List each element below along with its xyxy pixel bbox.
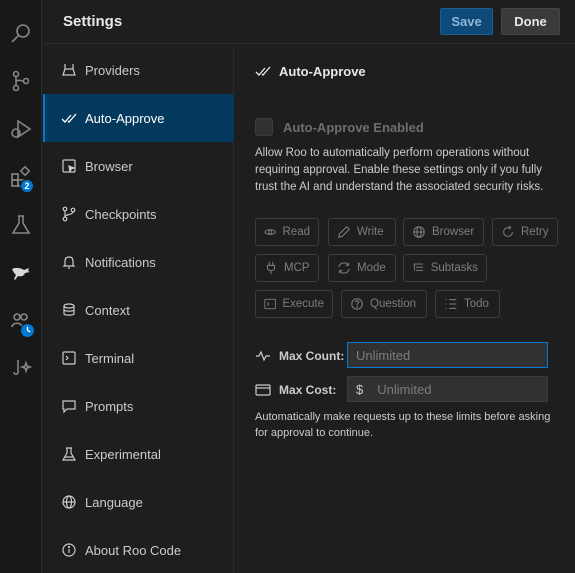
sidebar-item-label: Terminal bbox=[85, 350, 135, 366]
sidebar-item-label: Browser bbox=[85, 158, 133, 174]
chip-mode[interactable]: Mode bbox=[328, 254, 396, 282]
chip-label: Retry bbox=[521, 226, 549, 238]
auto-approve-panel: Auto-Approve Auto-Approve Enabled Allow … bbox=[235, 45, 575, 573]
section-title: Auto-Approve bbox=[255, 63, 366, 79]
sidebar-item-label: Language bbox=[85, 494, 143, 510]
info-icon bbox=[62, 543, 76, 557]
list-todo-icon bbox=[445, 299, 457, 309]
max-cost-placeholder: Unlimited bbox=[377, 381, 432, 397]
auto-approve-enabled-label: Auto-Approve Enabled bbox=[283, 119, 424, 135]
sidebar-item-label: About Roo Code bbox=[85, 542, 182, 558]
auto-approve-description: Allow Roo to automatically perform opera… bbox=[255, 147, 544, 193]
chip-label: Subtasks bbox=[430, 262, 478, 274]
auto-approve-enabled-checkbox[interactable] bbox=[255, 118, 273, 136]
providers-icon bbox=[62, 64, 76, 76]
chip-write[interactable]: Write bbox=[328, 218, 396, 246]
flask-icon[interactable] bbox=[0, 205, 42, 245]
save-button[interactable]: Save bbox=[440, 8, 493, 35]
chip-label: MCP bbox=[284, 262, 310, 274]
sidebar-item-label: Auto-Approve bbox=[85, 110, 165, 126]
extensions-icon[interactable]: 2 bbox=[0, 157, 42, 197]
refresh-mode-icon bbox=[338, 262, 350, 274]
extensions-badge: 2 bbox=[20, 179, 34, 193]
sidebar-item-label: Checkpoints bbox=[85, 206, 157, 222]
bell-icon bbox=[62, 256, 76, 269]
sidebar-item-language[interactable]: Language bbox=[43, 478, 234, 526]
sidebar-item-terminal[interactable]: Terminal bbox=[43, 334, 234, 382]
sidebar-item-prompts[interactable]: Prompts bbox=[43, 382, 234, 430]
message-icon bbox=[62, 400, 76, 414]
plug-icon bbox=[266, 261, 276, 275]
chip-label: Mode bbox=[357, 262, 386, 274]
sidebar-item-label: Notifications bbox=[85, 254, 156, 270]
run-debug-icon[interactable] bbox=[0, 109, 42, 149]
sidebar-item-browser[interactable]: Browser bbox=[43, 142, 234, 190]
git-branch-icon bbox=[62, 206, 76, 222]
sidebar-item-notifications[interactable]: Notifications bbox=[43, 238, 234, 286]
globe-icon bbox=[413, 226, 425, 238]
question-icon bbox=[351, 298, 363, 310]
page-title: Settings bbox=[63, 13, 123, 30]
check-check-icon bbox=[255, 66, 271, 76]
sidebar-item-checkpoints[interactable]: Checkpoints bbox=[43, 190, 234, 238]
chip-label: Todo bbox=[464, 298, 489, 310]
chip-question[interactable]: Question bbox=[341, 290, 427, 318]
chip-read[interactable]: Read bbox=[255, 218, 319, 246]
chip-todo[interactable]: Todo bbox=[435, 290, 500, 318]
currency-prefix: $ bbox=[356, 381, 364, 397]
activity-bar: 2 bbox=[0, 0, 42, 573]
limits-footer-text: Automatically make requests up to these … bbox=[255, 411, 551, 439]
max-count-label: Max Count: bbox=[255, 348, 344, 364]
chip-browser[interactable]: Browser bbox=[403, 218, 484, 246]
chip-label: Browser bbox=[432, 226, 475, 238]
done-button[interactable]: Done bbox=[501, 8, 560, 35]
browser-icon bbox=[62, 159, 76, 173]
auto-approve-enabled-row: Auto-Approve Enabled bbox=[255, 118, 424, 136]
chip-label: Read bbox=[282, 226, 311, 238]
database-icon bbox=[63, 303, 75, 316]
sidebar-item-experimental[interactable]: Experimental bbox=[43, 430, 234, 478]
sidebar-item-label: Providers bbox=[85, 62, 140, 78]
list-tree-icon bbox=[413, 263, 424, 271]
terminal-icon bbox=[264, 298, 277, 310]
activity-icon bbox=[256, 350, 270, 362]
chip-subtasks[interactable]: Subtasks bbox=[403, 254, 487, 282]
max-cost-label: Max Cost: bbox=[255, 382, 336, 398]
sidebar-item-label: Context bbox=[85, 302, 130, 318]
sidebar-item-label: Experimental bbox=[85, 446, 161, 462]
chip-label: Execute bbox=[282, 298, 324, 310]
eye-icon bbox=[264, 229, 277, 235]
search-icon[interactable] bbox=[0, 13, 42, 53]
max-cost-input[interactable]: $ Unlimited bbox=[347, 376, 548, 402]
credit-card-icon bbox=[255, 384, 271, 396]
chip-retry[interactable]: Retry bbox=[492, 218, 558, 246]
max-count-label-text: Max Count: bbox=[279, 349, 345, 363]
roo-kangaroo-icon[interactable] bbox=[0, 253, 42, 293]
flask-icon bbox=[61, 447, 77, 461]
source-control-icon[interactable] bbox=[0, 61, 42, 101]
max-count-input[interactable]: Unlimited bbox=[347, 342, 548, 368]
max-cost-label-text: Max Cost: bbox=[279, 383, 337, 397]
terminal-icon bbox=[62, 351, 76, 365]
retry-icon bbox=[503, 225, 513, 237]
sidebar-item-label: Prompts bbox=[85, 398, 134, 414]
chip-execute[interactable]: Execute bbox=[255, 290, 333, 318]
check-check-icon bbox=[61, 113, 77, 123]
sidebar-item-context[interactable]: Context bbox=[43, 286, 234, 334]
clock-badge-icon bbox=[20, 323, 35, 338]
chip-label: Question bbox=[370, 298, 417, 310]
globe-icon bbox=[62, 495, 76, 509]
settings-header: Settings Save Done bbox=[43, 0, 575, 44]
settings-sidebar: Providers Auto-Approve Browser Checkpoin… bbox=[43, 45, 234, 573]
section-title-text: Auto-Approve bbox=[279, 63, 366, 79]
chip-label: Write bbox=[357, 226, 384, 238]
sidebar-item-providers[interactable]: Providers bbox=[43, 46, 234, 94]
sidebar-item-auto-approve[interactable]: Auto-Approve bbox=[43, 94, 234, 142]
chip-mcp[interactable]: MCP bbox=[255, 254, 319, 282]
sidebar-item-about[interactable]: About Roo Code bbox=[43, 526, 234, 573]
sparkle-agent-icon[interactable] bbox=[0, 349, 42, 389]
remote-explorer-icon[interactable] bbox=[0, 301, 42, 341]
pencil-icon bbox=[338, 226, 350, 238]
